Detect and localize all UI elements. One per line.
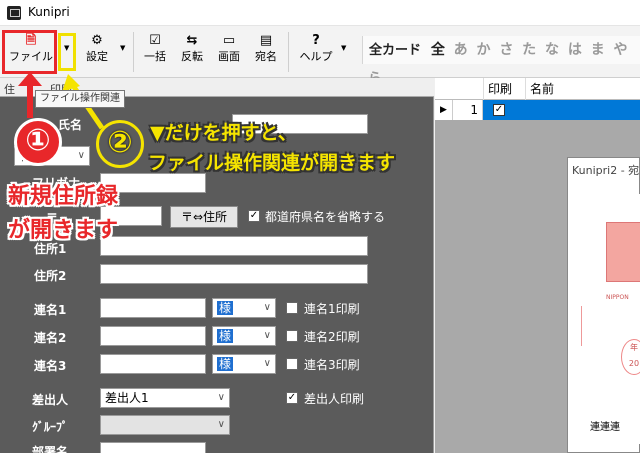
sender-label: 差出人 xyxy=(32,393,69,407)
address-card-icon: ▤ xyxy=(259,33,273,48)
address2-field[interactable] xyxy=(100,264,368,284)
address1-field[interactable] xyxy=(100,236,368,256)
filter-all[interactable]: 全 xyxy=(431,36,445,64)
filter-kana[interactable]: さ xyxy=(499,36,513,64)
chevron-down-icon: ∨ xyxy=(217,419,225,430)
address2-label: 住所2 xyxy=(34,269,67,283)
bulk-button[interactable]: ☑ 一括 xyxy=(140,32,170,72)
joint3-honorific-select[interactable]: 様 ∨ xyxy=(212,354,276,374)
toolbar: 🗎 ファイル ▼ ⚙ 設定 ▼ ☑ 一括 ⇆ 反転 ▭ 画面 ▤ 宛名 ? ヘル… xyxy=(0,26,640,87)
omit-pref-checkbox[interactable]: ✓ xyxy=(248,210,260,222)
step1-text-line2: が開きます xyxy=(8,218,119,243)
department-label: 部署名 xyxy=(32,445,69,453)
filter-all-cards[interactable]: 全カード xyxy=(369,37,421,65)
row-number: 1 xyxy=(453,100,483,120)
flip-button[interactable]: ⇆ 反転 xyxy=(177,32,207,72)
postcard-preview: NIPPON 年 20 xyxy=(576,194,640,444)
highlight-file-dropdown xyxy=(58,33,76,71)
table-row[interactable]: ▶ 1 ✓ xyxy=(435,100,640,120)
kana-filter-bar: 全カード 全 あ か さ た な は ま や ら xyxy=(362,36,640,87)
highlight-file-button xyxy=(2,30,57,74)
filter-kana[interactable]: か xyxy=(477,36,491,64)
joint3-print-checkbox[interactable] xyxy=(286,358,298,370)
joint2-label: 連名2 xyxy=(34,331,67,345)
settings-dropdown-arrow[interactable]: ▼ xyxy=(120,44,125,52)
column-name[interactable]: 名前 xyxy=(525,78,640,100)
chevron-down-icon: ∨ xyxy=(263,302,271,313)
postmark-circle: 年 20 xyxy=(621,339,640,375)
chevron-down-icon: ∨ xyxy=(263,330,271,341)
checkbox-icon: ☑ xyxy=(149,33,161,48)
sender-select[interactable]: 差出人1 ∨ xyxy=(100,388,230,408)
postage-stamp xyxy=(606,222,640,282)
swap-arrows-icon: ⇆ xyxy=(186,33,198,48)
print-preview-window: Kunipri2 - 宛 NIPPON 年 20 連連連 xyxy=(567,157,640,453)
title-bar: Kunipri xyxy=(0,0,640,26)
row-print-checkbox[interactable]: ✓ xyxy=(493,104,505,116)
joint1-field[interactable] xyxy=(100,298,206,318)
step2-text-line2: ファイル操作関連が開きます xyxy=(148,152,396,174)
window-title: Kunipri xyxy=(28,5,70,19)
sender-print-checkbox[interactable]: ✓ xyxy=(286,392,298,404)
step1-text-line1: 新規住所録 xyxy=(8,184,119,209)
preview-address-text: 連連連 xyxy=(590,422,620,433)
toolbar-separator xyxy=(133,32,134,72)
joint1-honorific-select[interactable]: 様 ∨ xyxy=(212,298,276,318)
file-tooltip: ファイル操作関連 xyxy=(35,90,125,108)
filter-kana[interactable]: は xyxy=(568,36,582,64)
filter-kana[interactable]: や xyxy=(613,36,627,64)
tab-address[interactable]: 住 xyxy=(4,81,15,97)
joint3-label: 連名3 xyxy=(34,359,67,373)
filter-kana[interactable]: あ xyxy=(454,36,468,64)
chevron-down-icon: ∨ xyxy=(217,392,225,403)
filter-kana[interactable]: た xyxy=(522,36,536,64)
question-icon: ? xyxy=(312,33,320,48)
settings-button[interactable]: ⚙ 設定 xyxy=(82,32,112,72)
joint1-print-label: 連名1印刷 xyxy=(304,302,360,316)
address-button[interactable]: ▤ 宛名 xyxy=(251,32,281,72)
joint1-label: 連名1 xyxy=(34,303,67,317)
grid-header: 印刷 名前 xyxy=(435,78,640,100)
joint2-print-label: 連名2印刷 xyxy=(304,330,360,344)
nippon-text: NIPPON xyxy=(606,294,629,301)
help-button[interactable]: ? ヘルプ xyxy=(296,32,336,72)
joint1-print-checkbox[interactable] xyxy=(286,302,298,314)
step2-badge: ② xyxy=(96,120,144,168)
filter-kana[interactable]: ま xyxy=(591,36,605,64)
omit-pref-label: 都道府県名を省略する xyxy=(265,210,386,224)
joint3-print-label: 連名3印刷 xyxy=(304,358,360,372)
chevron-down-icon: ∨ xyxy=(263,358,271,369)
joint2-field[interactable] xyxy=(100,326,206,346)
zip-address-convert-button[interactable]: 〒⇔住所 xyxy=(170,206,238,228)
filter-kana[interactable]: な xyxy=(545,36,559,64)
screen-button[interactable]: ▭ 画面 xyxy=(214,32,244,72)
step2-text-line1: ▼だけを押すと、 xyxy=(150,122,297,144)
joint3-field[interactable] xyxy=(100,354,206,374)
sender-print-label: 差出人印刷 xyxy=(304,392,365,406)
group-select[interactable]: ∨ xyxy=(100,415,230,435)
row-pointer-icon: ▶ xyxy=(435,100,453,120)
step1-badge: ① xyxy=(14,118,62,166)
column-print[interactable]: 印刷 xyxy=(483,78,525,100)
name-label: 氏名 xyxy=(58,118,83,132)
preview-title: Kunipri2 - 宛 xyxy=(572,164,640,177)
chevron-down-icon: ∨ xyxy=(77,150,85,161)
joint2-honorific-select[interactable]: 様 ∨ xyxy=(212,326,276,346)
app-icon xyxy=(7,6,21,20)
toolbar-separator xyxy=(288,32,289,72)
joint2-print-checkbox[interactable] xyxy=(286,330,298,342)
help-dropdown-arrow[interactable]: ▼ xyxy=(341,44,346,52)
group-label: ｸﾞﾙｰﾌﾟ xyxy=(32,420,69,434)
department-field[interactable] xyxy=(100,442,206,453)
gear-icon: ⚙ xyxy=(91,33,103,48)
monitor-icon: ▭ xyxy=(222,33,236,48)
